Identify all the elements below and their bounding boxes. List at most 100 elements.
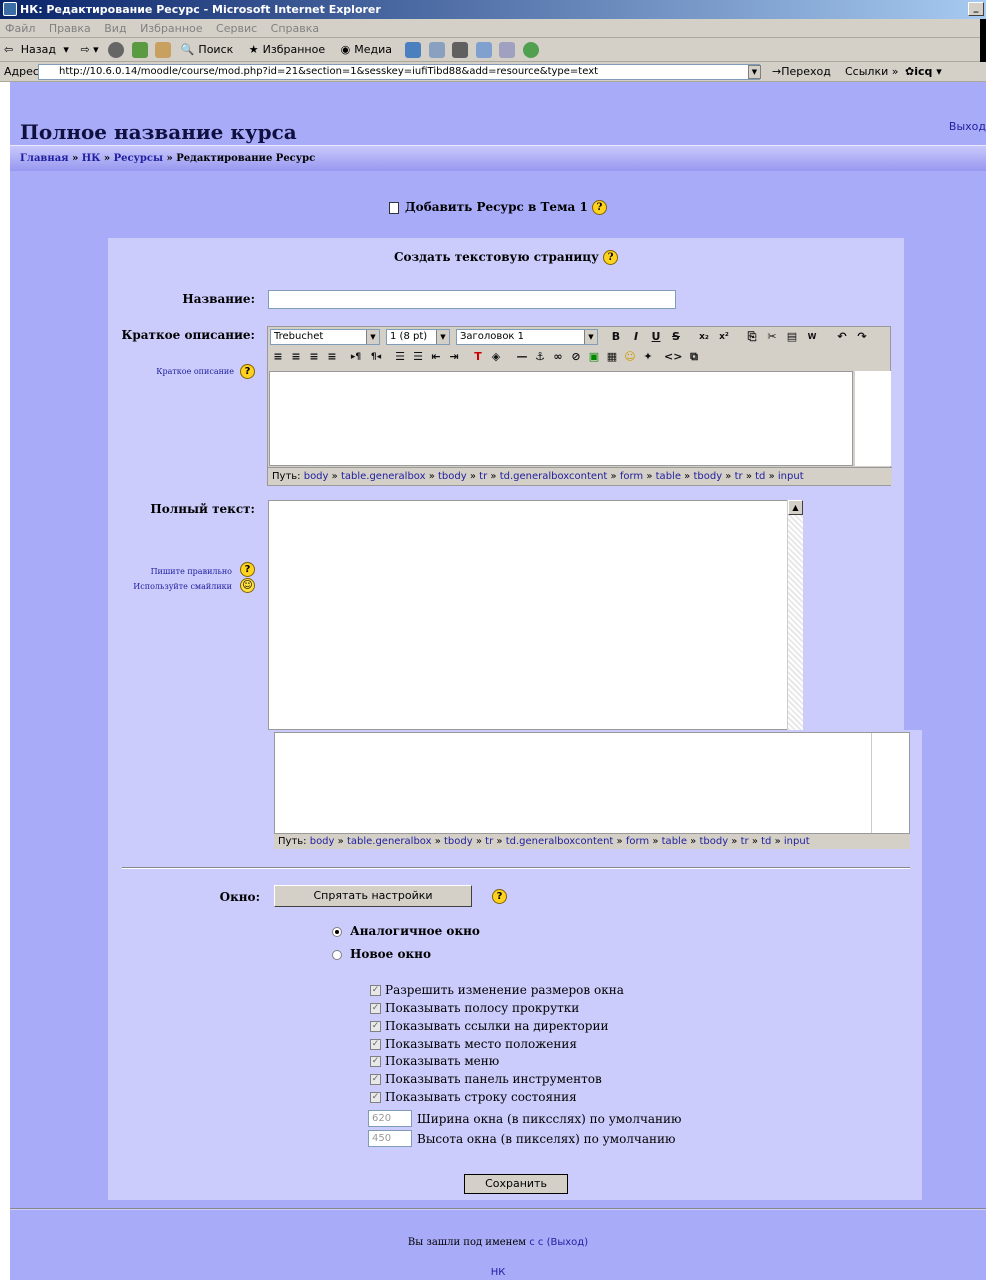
logout-link[interactable]: Выход — [949, 120, 986, 133]
help-icon[interactable]: ? — [603, 250, 619, 265]
path-item[interactable]: td — [755, 471, 765, 482]
path-item[interactable]: input — [784, 836, 810, 847]
path-item[interactable]: tr — [741, 836, 749, 847]
align-right-icon[interactable]: ≡ — [306, 349, 322, 365]
help-icon[interactable]: ? — [591, 200, 607, 215]
menu-edit[interactable]: Правка — [44, 19, 96, 38]
print-icon[interactable] — [452, 42, 469, 58]
ordered-list-icon[interactable]: ☰ — [392, 349, 408, 365]
smiley-icon[interactable]: ☺ — [240, 578, 255, 593]
superscript-icon[interactable]: x² — [716, 329, 732, 345]
menu-view[interactable]: Вид — [99, 19, 131, 38]
path-item[interactable]: table.generalbox — [347, 836, 432, 847]
scroll-up-icon[interactable]: ▲ — [788, 500, 803, 515]
path-item[interactable]: td.generalboxcontent — [506, 836, 614, 847]
radio-new-window[interactable]: Новое окно — [332, 947, 431, 961]
checkbox-checked[interactable]: ✓ — [370, 1003, 381, 1014]
smiley-icon[interactable]: ☺ — [622, 349, 638, 365]
path-item[interactable]: form — [620, 471, 643, 482]
path-item[interactable]: table — [656, 471, 681, 482]
path-item[interactable]: tr — [479, 471, 487, 482]
help-write-link[interactable]: Пишите правильно — [110, 567, 232, 576]
justify-icon[interactable]: ≡ — [324, 349, 340, 365]
table-icon[interactable]: ▦ — [604, 349, 620, 365]
path-item[interactable]: tbody — [444, 836, 473, 847]
format-select[interactable]: Заголовок 1 ▼ — [456, 329, 598, 345]
bg-color-icon[interactable]: ◈ — [488, 349, 504, 365]
option-location[interactable]: ✓ Показывать место положения — [370, 1037, 577, 1051]
favorites-button[interactable]: ★ Избранное — [245, 38, 333, 62]
help-smilies-link[interactable]: Используйте смайлики — [110, 582, 232, 591]
option-directories[interactable]: ✓ Показывать ссылки на директории — [370, 1019, 608, 1033]
media-button[interactable]: ◉ Медиа — [337, 38, 400, 62]
refresh-icon[interactable] — [131, 42, 148, 58]
ltr-icon[interactable]: ▸¶ — [348, 349, 364, 365]
path-item[interactable]: body — [304, 471, 329, 482]
copy-icon[interactable]: ⎘ — [744, 329, 760, 345]
help-icon[interactable]: ? — [240, 562, 255, 577]
checkbox-checked[interactable]: ✓ — [370, 1092, 381, 1103]
cut-icon[interactable]: ✂ — [764, 329, 780, 345]
fulltext-textarea[interactable] — [268, 500, 803, 730]
width-input[interactable]: 620 — [368, 1110, 412, 1127]
help-icon[interactable]: ? — [240, 364, 255, 379]
option-menu[interactable]: ✓ Показывать меню — [370, 1054, 499, 1068]
html-source-icon[interactable]: <> — [664, 349, 682, 365]
breadcrumb-course[interactable]: НК — [82, 153, 101, 164]
link-icon[interactable]: ∞ — [550, 349, 566, 365]
fulltext-scrollbar[interactable]: ▲ — [787, 500, 803, 730]
outdent-icon[interactable]: ⇤ — [428, 349, 444, 365]
radio-same-window[interactable]: Аналогичное окно — [332, 924, 480, 938]
paste-icon[interactable]: ▤ — [784, 329, 800, 345]
path-item[interactable]: tr — [735, 471, 743, 482]
checkbox-checked[interactable]: ✓ — [370, 1039, 381, 1050]
anchor-icon[interactable]: ⚓ — [532, 349, 548, 365]
messenger-icon[interactable] — [522, 42, 539, 58]
name-input[interactable] — [268, 290, 676, 309]
radio-button[interactable] — [332, 949, 342, 960]
edit-icon[interactable] — [475, 42, 492, 58]
subscript-icon[interactable]: x₂ — [696, 329, 712, 345]
option-resize[interactable]: ✓ Разрешить изменение размеров окна — [370, 983, 624, 997]
footer-home-link[interactable]: НК — [10, 1267, 986, 1278]
icq-button[interactable]: ✿icq ▾ — [905, 62, 942, 82]
stop-icon[interactable] — [108, 42, 125, 58]
special-char-icon[interactable]: ✦ — [640, 349, 656, 365]
menu-tools[interactable]: Сервис — [211, 19, 262, 38]
undo-icon[interactable]: ↶ — [834, 329, 850, 345]
option-toolbar[interactable]: ✓ Показывать панель инструментов — [370, 1072, 602, 1086]
go-button[interactable]: →Переход — [772, 62, 831, 82]
breadcrumb-resources[interactable]: Ресурсы — [114, 153, 163, 164]
summary-textarea[interactable] — [269, 371, 853, 466]
checkbox-checked[interactable]: ✓ — [370, 1021, 381, 1032]
align-center-icon[interactable]: ≡ — [288, 349, 304, 365]
address-input[interactable]: http://10.6.0.14/moodle/course/mod.php?i… — [38, 64, 760, 80]
horizontal-rule-icon[interactable]: — — [514, 349, 530, 365]
menu-file[interactable]: Файл — [0, 19, 40, 38]
paste-word-icon[interactable]: W — [804, 329, 820, 345]
redo-icon[interactable]: ↷ — [854, 329, 870, 345]
font-select[interactable]: Trebuchet ▼ — [270, 329, 380, 345]
home-icon[interactable] — [155, 42, 172, 58]
path-item[interactable]: td — [761, 836, 771, 847]
rtl-icon[interactable]: ¶◂ — [368, 349, 384, 365]
indent-icon[interactable]: ⇥ — [446, 349, 462, 365]
bold-icon[interactable]: B — [608, 329, 624, 345]
search-button[interactable]: 🔍 Поиск — [177, 38, 242, 62]
path-item[interactable]: table.generalbox — [341, 471, 426, 482]
path-item[interactable]: tr — [485, 836, 493, 847]
path-item[interactable]: body — [310, 836, 335, 847]
mail-icon[interactable] — [428, 42, 445, 58]
fulltext-editor-area[interactable] — [274, 732, 910, 849]
checkbox-checked[interactable]: ✓ — [370, 985, 381, 996]
underline-icon[interactable]: U — [648, 329, 664, 345]
history-icon[interactable] — [405, 42, 422, 58]
size-select[interactable]: 1 (8 pt) ▼ — [386, 329, 450, 345]
breadcrumb-home[interactable]: Главная — [20, 153, 69, 164]
hide-settings-button[interactable]: Спрятать настройки — [274, 885, 472, 907]
footer-logout-link[interactable]: (Выход) — [547, 1237, 589, 1248]
menu-favorites[interactable]: Избранное — [135, 19, 207, 38]
checkbox-checked[interactable]: ✓ — [370, 1074, 381, 1085]
summary-help-link[interactable]: Краткое описание — [110, 367, 234, 376]
path-item[interactable]: tbody — [438, 471, 467, 482]
